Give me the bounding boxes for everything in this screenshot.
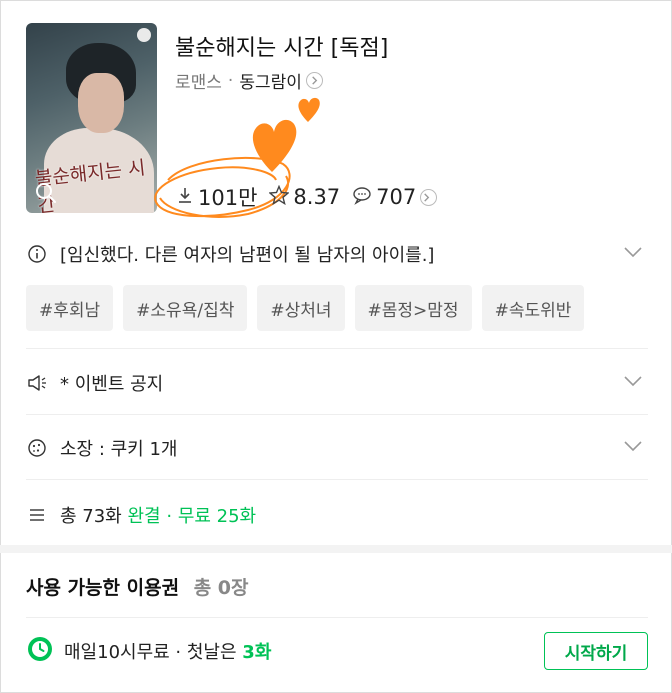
comment-count: 707 <box>376 185 417 209</box>
notice-text: * 이벤트 공지 <box>60 374 164 395</box>
passes-title: 사용 가능한 이용권 총 0장 <box>26 573 249 600</box>
cover-face <box>78 73 124 133</box>
complete-status: 완결 <box>127 506 161 527</box>
comment-icon <box>352 185 376 210</box>
download-count: 101만 <box>198 186 258 210</box>
notice-row[interactable]: * 이벤트 공지 <box>26 364 648 402</box>
list-icon <box>26 504 48 526</box>
star-icon <box>268 184 293 210</box>
meta-separator: · <box>227 70 234 91</box>
genre-label: 로맨스 <box>175 73 222 93</box>
owned-text: 소장 : 쿠키 1개 <box>60 439 178 460</box>
section-separator <box>0 545 672 553</box>
tag-chip[interactable]: #상처녀 <box>257 285 345 331</box>
tag-chip[interactable]: #소유욕/집착 <box>123 285 248 331</box>
free-episodes: 무료 25화 <box>177 506 257 527</box>
page-title: 불순해지는 시간 [독점] <box>175 36 389 61</box>
divider <box>26 617 648 618</box>
synopsis-row[interactable]: [임신했다. 다른 여자의 남편이 될 남자의 아이를.] <box>26 236 648 272</box>
episodes-row: 총 73화 완결 · 무료 25화 <box>26 496 648 534</box>
info-icon <box>26 243 48 265</box>
search-icon[interactable] <box>34 181 58 209</box>
download-stat: 101만 <box>176 182 257 212</box>
owned-row[interactable]: 소장 : 쿠키 1개 <box>26 429 648 467</box>
passes-label: 사용 가능한 이용권 <box>26 577 180 599</box>
passes-count: 총 0장 <box>193 577 249 599</box>
daily-free-text: 매일10시무료 · 첫날은 3화 <box>64 638 271 664</box>
divider <box>26 479 648 480</box>
tag-chip[interactable]: #몸정>맘정 <box>354 285 472 331</box>
start-button[interactable]: 시작하기 <box>544 632 648 670</box>
episodes-text: 총 73화 완결 · 무료 25화 <box>60 502 256 528</box>
download-icon <box>176 185 198 209</box>
megaphone-icon <box>26 372 48 394</box>
daily-free-count: 3화 <box>242 642 272 663</box>
tag-chip[interactable]: #후회남 <box>26 285 114 331</box>
publisher-logo <box>137 28 151 42</box>
chevron-down-icon[interactable] <box>622 370 644 396</box>
tag-chip[interactable]: #속도위반 <box>481 285 585 331</box>
chevron-right-icon[interactable] <box>420 188 438 206</box>
cover-image[interactable]: 불순해지는 시간 <box>26 23 157 213</box>
divider <box>26 414 648 415</box>
divider <box>26 348 648 349</box>
cookie-icon <box>26 437 48 459</box>
chevron-right-icon[interactable] <box>305 72 323 89</box>
tag-list: #후회남 #소유욕/집착 #상처녀 #몸정>맘정 #속도위반 <box>26 285 585 331</box>
chevron-down-icon[interactable] <box>622 435 644 461</box>
daily-free-prefix: 매일10시무료 · 첫날은 <box>64 642 237 663</box>
stats-bar: 101만 8.37 707 <box>176 182 438 212</box>
episode-dot: · <box>166 506 173 527</box>
synopsis-text: [임신했다. 다른 여자의 남편이 될 남자의 아이를.] <box>60 245 435 266</box>
daily-free-row: 매일10시무료 · 첫날은 3화 시작하기 <box>26 632 648 670</box>
rating-value: 8.37 <box>293 185 341 209</box>
chevron-down-icon[interactable] <box>622 241 644 267</box>
rating-stat: 8.37 <box>268 184 341 210</box>
comment-stat[interactable]: 707 <box>352 185 438 210</box>
clock-icon <box>26 635 54 667</box>
episode-total: 총 73화 <box>60 506 122 527</box>
